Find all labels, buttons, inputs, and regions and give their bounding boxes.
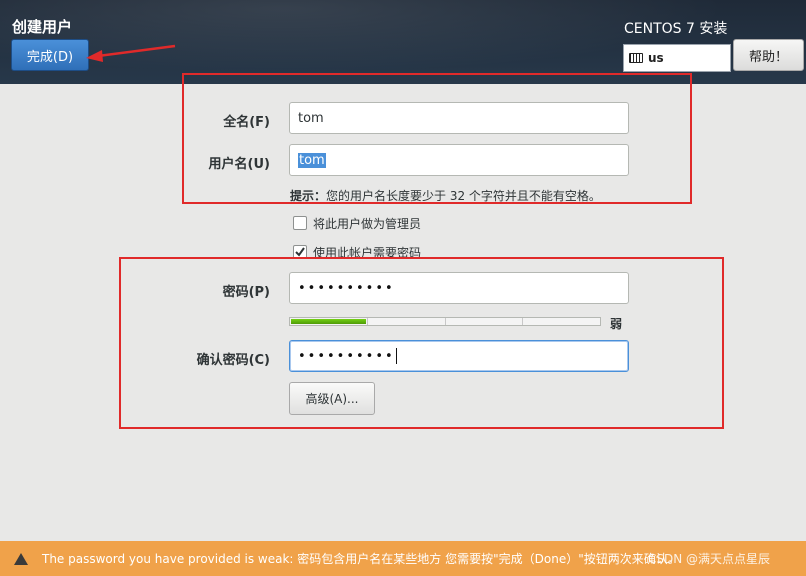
warning-icon — [14, 552, 28, 565]
warning-text[interactable]: The password you have provided is weak: … — [42, 550, 680, 567]
annotation-arrow — [86, 44, 176, 62]
annotation-box-user — [182, 73, 692, 204]
admin-checkbox[interactable] — [293, 216, 307, 230]
annotation-box-password — [119, 257, 724, 429]
watermark: CSDN @满天点点星辰 — [648, 552, 771, 566]
admin-checkbox-label: 将此用户做为管理员 — [313, 217, 422, 231]
